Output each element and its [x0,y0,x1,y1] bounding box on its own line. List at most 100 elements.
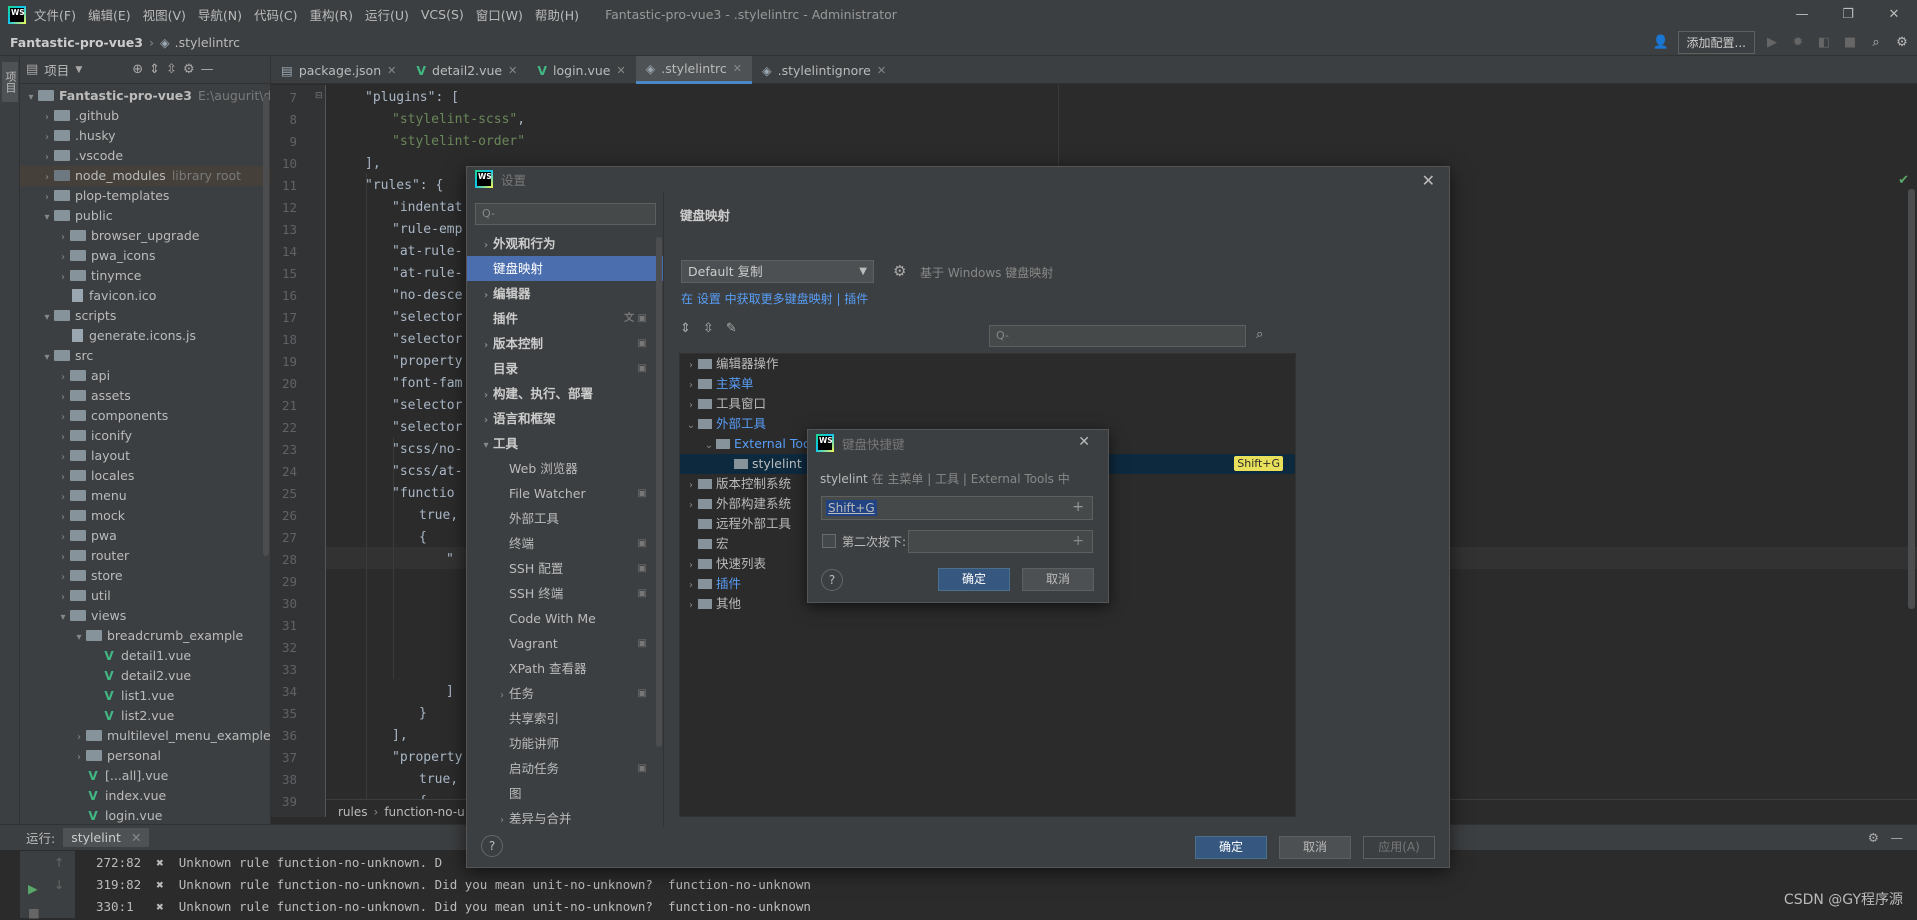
tree-item[interactable]: › browser_upgrade [20,226,270,246]
tree-item[interactable]: Vdetail1.vue [20,646,270,666]
close-icon[interactable]: ✕ [877,64,886,77]
settings-nav-item[interactable]: ▾ 工具 [467,431,663,456]
tree-item[interactable]: › plop-templates [20,186,270,206]
coverage-icon[interactable]: ◧ [1815,35,1833,50]
settings-nav-item[interactable]: › 差异与合并 [467,806,663,827]
settings-nav-item[interactable]: 图 [467,781,663,806]
keymap-search-input[interactable]: Q- [989,325,1246,347]
chevron-right-icon[interactable]: › [684,396,698,416]
chevron-right-icon[interactable]: › [56,248,70,266]
menu-run[interactable]: 运行(U) [365,5,409,24]
collapse-all-icon[interactable]: ⇳ [703,321,714,336]
editor-tab[interactable]: ◈ .stylelintrc ✕ [635,56,752,84]
fold-marker-icon[interactable]: ⊟ [315,91,323,101]
chevron-right-icon[interactable]: › [72,728,86,746]
tree-item[interactable]: › pwa_icons [20,246,270,266]
run-icon[interactable]: ▶ [1763,35,1781,50]
chevron-right-icon[interactable]: › [684,596,698,616]
close-icon[interactable]: ✕ [1078,434,1090,450]
apply-button[interactable]: 应用(A) [1363,836,1435,859]
find-shortcut-icon[interactable]: ⌕ [1256,327,1263,342]
chevron-right-icon[interactable]: › [684,356,698,376]
chevron-down-icon[interactable]: ⌄ [702,436,716,456]
scroll-down-icon[interactable]: ↓ [54,877,64,892]
tree-item[interactable]: › iconify [20,426,270,446]
keymap-tree-item[interactable]: › 主菜单 [680,374,1295,394]
chevron-down-icon[interactable]: ▼ [75,65,82,75]
chevron-right-icon[interactable]: › [40,108,54,126]
editor-scrollbar[interactable] [1908,189,1915,609]
shortcut-cancel-button[interactable]: 取消 [1022,568,1094,591]
close-icon[interactable]: ✕ [1422,171,1435,190]
tree-item[interactable]: › router [20,546,270,566]
chevron-down-icon[interactable]: ⌄ [684,416,698,436]
hide-icon[interactable]: — [1891,830,1904,845]
chevron-down-icon[interactable]: ▾ [56,608,70,626]
close-icon[interactable]: ✕ [733,62,742,75]
breadcrumb-file[interactable]: .stylelintrc [175,35,240,50]
help-button[interactable]: ? [821,569,843,591]
tree-item[interactable]: › node_modules library root [20,166,270,186]
get-more-keymaps-link[interactable]: 在 设置 中获取更多键盘映射 | 插件 [681,290,868,307]
tree-item[interactable]: › api [20,366,270,386]
menu-edit[interactable]: 编辑(E) [88,5,131,24]
chevron-right-icon[interactable]: › [56,468,70,486]
menu-window[interactable]: 窗口(W) [476,5,523,24]
tree-item[interactable]: ▾ views [20,606,270,626]
settings-search-input[interactable]: Q- [475,203,656,225]
chevron-down-icon[interactable]: ▾ [72,628,86,646]
settings-nav-item[interactable]: SSH 配置 ▣ [467,556,663,581]
keymap-scheme-select[interactable]: Default 复制 ▼ [681,260,874,283]
tree-item[interactable]: › store [20,566,270,586]
scroll-up-icon[interactable]: ↑ [54,855,64,870]
tree-item[interactable]: › util [20,586,270,606]
chevron-right-icon[interactable]: › [684,496,698,516]
breadcrumb-function-no-unknown[interactable]: function-no-u [384,805,464,819]
settings-nav-item[interactable]: XPath 查看器 [467,656,663,681]
menu-help[interactable]: 帮助(H) [535,5,579,24]
chevron-right-icon[interactable]: › [56,528,70,546]
settings-nav-scrollbar[interactable] [656,237,662,747]
chevron-right-icon[interactable]: › [56,428,70,446]
rerun-icon[interactable]: ▶ [28,881,38,896]
editor-tab[interactable]: ◈ .stylelintignore ✕ [752,56,896,84]
chevron-right-icon[interactable]: › [56,488,70,506]
chevron-right-icon[interactable]: › [495,683,509,708]
settings-nav-item[interactable]: 共享索引 [467,706,663,731]
settings-nav-item[interactable]: › 任务 ▣ [467,681,663,706]
cancel-button[interactable]: 取消 [1279,836,1351,859]
tree-item[interactable]: › tinymce [20,266,270,286]
settings-nav-item[interactable]: › 外观和行为 [467,231,663,256]
tree-item[interactable]: › .vscode [20,146,270,166]
chevron-right-icon[interactable]: › [56,568,70,586]
chevron-right-icon[interactable]: › [40,128,54,146]
settings-icon[interactable]: ⚙ [1893,35,1911,50]
menu-view[interactable]: 视图(V) [143,5,186,24]
chevron-down-icon[interactable]: ▾ [24,88,38,106]
tree-item[interactable]: › .husky [20,126,270,146]
stop-icon[interactable]: ■ [28,905,40,920]
keymap-tree-item[interactable]: › 工具窗口 [680,394,1295,414]
add-configuration-button[interactable]: 添加配置... [1677,31,1755,54]
tree-item[interactable]: ▾ src [20,346,270,366]
close-window-button[interactable]: ✕ [1871,0,1917,29]
project-scrollbar[interactable] [263,96,269,556]
search-everywhere-icon[interactable]: ⌕ [1867,35,1885,50]
settings-nav-item[interactable]: › 版本控制 ▣ [467,331,663,356]
menu-refactor[interactable]: 重构(R) [310,5,353,24]
chevron-right-icon[interactable]: › [495,808,509,827]
chevron-right-icon[interactable]: › [72,748,86,766]
settings-nav-item[interactable]: File Watcher ▣ [467,481,663,506]
tree-item[interactable]: › personal [20,746,270,766]
chevron-right-icon[interactable]: › [40,148,54,166]
gear-icon[interactable]: ⚙ [1868,830,1879,845]
add-icon[interactable]: + [1072,533,1084,549]
tree-item[interactable]: V [...all].vue [20,766,270,786]
chevron-right-icon[interactable]: › [684,476,698,496]
settings-nav-item[interactable]: Code With Me [467,606,663,631]
chevron-right-icon[interactable]: › [684,556,698,576]
first-stroke-field[interactable]: Shift+G + [821,496,1093,520]
close-icon[interactable]: ✕ [616,64,625,77]
chevron-right-icon[interactable]: › [40,168,54,186]
edit-icon[interactable]: ✎ [726,321,737,336]
